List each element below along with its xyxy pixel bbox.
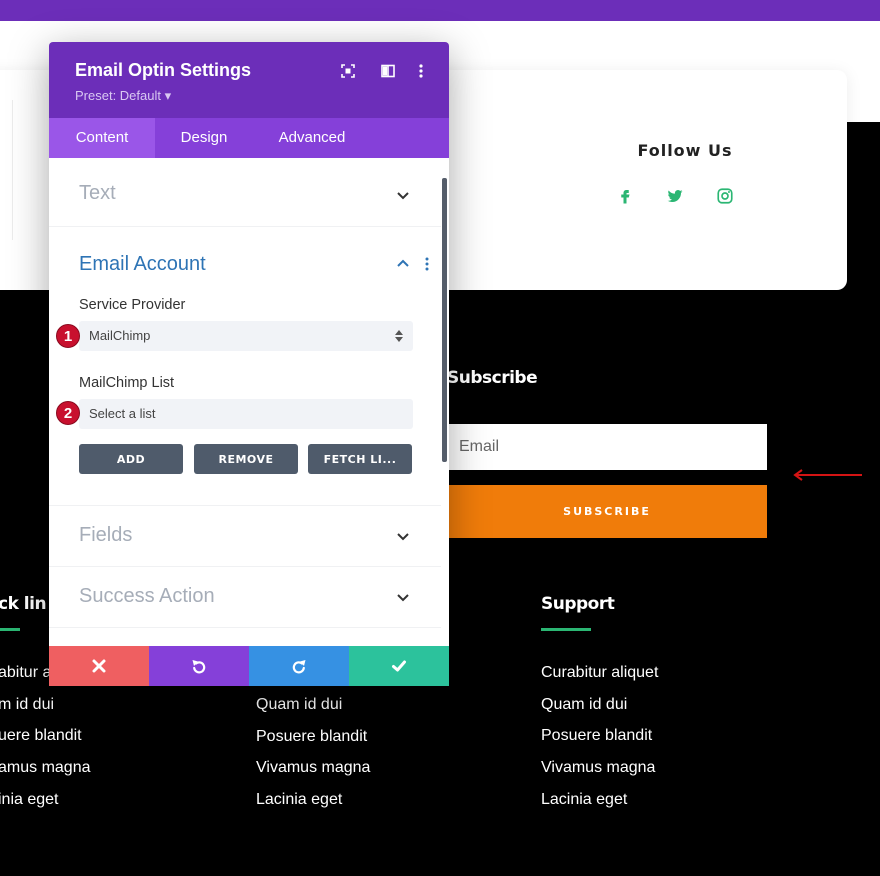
check-icon (392, 660, 406, 672)
list-item[interactable]: Vivamus magna (541, 759, 658, 791)
modal-title: Email Optin Settings (75, 60, 252, 80)
list-item[interactable]: Quam id dui (541, 696, 658, 728)
column-underline (0, 628, 20, 631)
column-title-support: Support (541, 594, 615, 614)
column-title-quick-links: ck lin (0, 594, 47, 614)
section-divider (49, 566, 441, 567)
list-item[interactable]: m id dui (0, 696, 91, 728)
email-input[interactable] (447, 424, 767, 470)
tab-design[interactable]: Design (155, 118, 253, 158)
top-header-bar (0, 0, 880, 21)
column-underline (541, 628, 591, 631)
column-list-support: Curabitur aliquet Quam id dui Posuere bl… (541, 664, 658, 822)
step-badge-2: 2 (56, 401, 80, 425)
undo-button[interactable] (149, 646, 249, 686)
chevron-down-icon[interactable] (396, 188, 410, 202)
more-vertical-icon[interactable] (412, 62, 430, 80)
list-item[interactable]: Quam id dui (256, 696, 370, 728)
undo-icon (192, 660, 206, 674)
section-divider (49, 226, 441, 227)
section-text-toggle[interactable]: Text (79, 182, 116, 205)
fetch-lists-button[interactable]: FETCH LI... (308, 444, 412, 474)
section-success-action-toggle[interactable]: Success Action (79, 585, 215, 608)
facebook-icon[interactable] (613, 184, 637, 208)
tab-advanced[interactable]: Advanced (253, 118, 371, 158)
subscribe-title: Subscribe (447, 368, 538, 388)
list-item[interactable]: Posuere blandit (256, 728, 370, 760)
card-divider-line (12, 100, 13, 240)
chevron-down-icon[interactable] (396, 590, 410, 604)
email-optin-settings-modal: Email Optin Settings Preset: Default ▾ C… (49, 42, 449, 686)
section-divider (49, 505, 441, 506)
redo-icon (292, 660, 306, 674)
subscribe-button[interactable]: SUBSCRIBE (447, 485, 767, 538)
service-provider-value: MailChimp (89, 328, 151, 343)
remove-button[interactable]: REMOVE (194, 444, 298, 474)
section-fields-toggle[interactable]: Fields (79, 524, 132, 547)
settings-scrollbar[interactable] (442, 178, 447, 462)
fullscreen-icon[interactable] (339, 62, 357, 80)
add-button[interactable]: ADD (79, 444, 183, 474)
section-divider (49, 627, 441, 628)
settings-tabs: Content Design Advanced (49, 118, 449, 158)
section-email-account-toggle[interactable]: Email Account (79, 253, 206, 276)
select-arrows-icon (395, 330, 403, 342)
step-badge-1: 1 (56, 324, 80, 348)
column-list-middle: Quam id dui Posuere blandit Vivamus magn… (256, 696, 370, 823)
chevron-down-icon[interactable] (396, 529, 410, 543)
service-provider-label: Service Provider (79, 297, 186, 313)
list-item[interactable]: amus magna (0, 759, 91, 791)
list-item[interactable]: Curabitur aliquet (541, 664, 658, 696)
section-more-icon[interactable] (424, 256, 430, 272)
list-item[interactable]: inia eget (0, 791, 91, 823)
mailchimp-list-label: MailChimp List (79, 375, 175, 391)
list-item[interactable]: uere blandit (0, 727, 91, 759)
arrow-left-icon (793, 469, 862, 481)
service-provider-select[interactable]: MailChimp (79, 321, 413, 351)
mailchimp-list-value: Select a list (89, 406, 156, 421)
columns-icon[interactable] (379, 62, 397, 80)
preset-dropdown[interactable]: Preset: Default ▾ (75, 88, 171, 104)
chevron-up-icon[interactable] (396, 256, 410, 270)
list-item[interactable]: Lacinia eget (541, 791, 658, 823)
close-icon (92, 659, 106, 673)
follow-us-title: Follow Us (637, 141, 733, 160)
column-list-quick-links: abitur a m id dui uere blandit amus magn… (0, 664, 91, 822)
redo-button[interactable] (249, 646, 349, 686)
tab-content[interactable]: Content (49, 118, 155, 158)
mailchimp-list-select[interactable]: Select a list (79, 399, 413, 429)
modal-header[interactable]: Email Optin Settings Preset: Default ▾ (49, 42, 449, 118)
instagram-icon[interactable] (713, 184, 737, 208)
list-item[interactable]: Posuere blandit (541, 727, 658, 759)
twitter-icon[interactable] (663, 184, 687, 208)
discard-button[interactable] (49, 646, 149, 686)
save-button[interactable] (349, 646, 449, 686)
list-item[interactable]: Vivamus magna (256, 759, 370, 791)
list-item[interactable]: Lacinia eget (256, 791, 370, 823)
modal-action-bar (49, 646, 449, 686)
